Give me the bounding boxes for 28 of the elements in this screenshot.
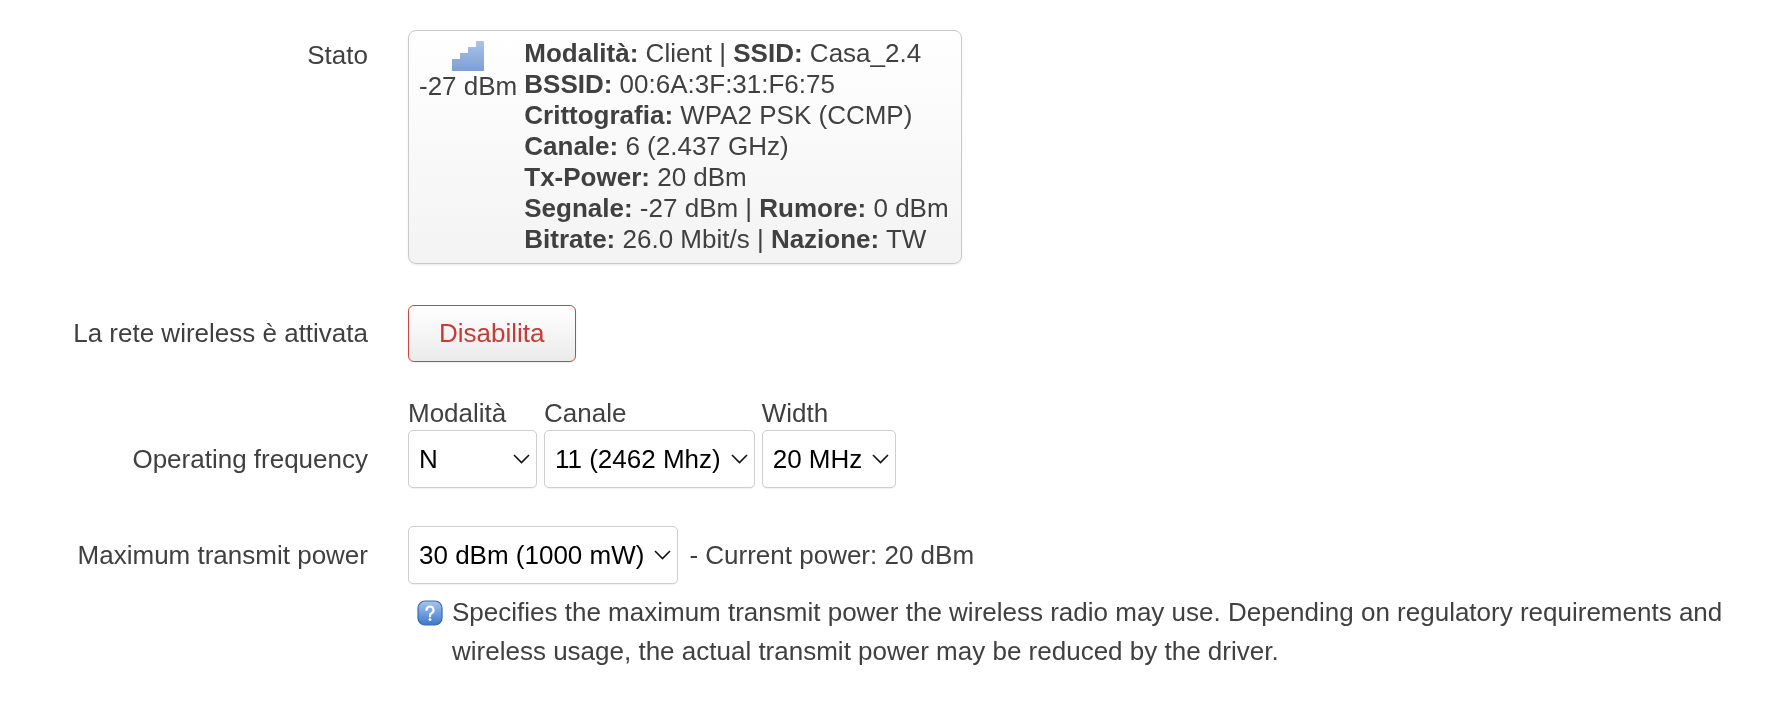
help-text: Specifies the maximum transmit power the wireless radio may use. Depending on regulatory requirements and wireless usage, the actual transmit power may be reduced by the driver. [452,596,1724,668]
signal-bars-icon [452,41,485,71]
chevron-down-icon [872,454,890,464]
status-line: Crittografia: WPA2 PSK (CCMP) [524,100,914,131]
select-label: Modalità [408,398,508,429]
row-label: La rete wireless è attivata [72,318,368,349]
signal-reading: -27 dBm [419,71,518,102]
dropdown-select[interactable]: 20 MHz [761,430,897,488]
status-line: Bitrate: 26.0 Mbit/s | Nazione: TW [524,224,928,255]
status-line: Modalità: Client | SSID: Casa_2.4 [524,38,923,69]
status-line: Segnale: -27 dBm | Rumore: 0 dBm [524,193,949,224]
chevron-down-icon [513,454,530,464]
chevron-down-icon [730,454,748,464]
disable-button[interactable]: Disabilita [408,305,576,362]
select-label: Width [761,398,830,429]
dropdown-select[interactable]: 11 (2462 Mhz) [544,430,755,488]
dropdown-select[interactable]: N [408,430,537,488]
help-icon [417,600,443,626]
row-label: Maximum transmit power [76,539,368,572]
row-label: Operating frequency [131,443,368,476]
status-line: Canale: 6 (2.437 GHz) [524,131,790,162]
current-power-text: - Current power: 20 dBm [689,539,975,571]
chevron-down-icon [654,550,672,560]
select-label: Canale [544,398,628,429]
status-line: Tx-Power: 20 dBm [524,162,748,193]
row-label: Stato [306,39,368,71]
dropdown-select[interactable]: 30 dBm (1000 mW) [408,526,679,584]
status-line: BSSID: 00:6A:3F:31:F6:75 [524,69,836,100]
